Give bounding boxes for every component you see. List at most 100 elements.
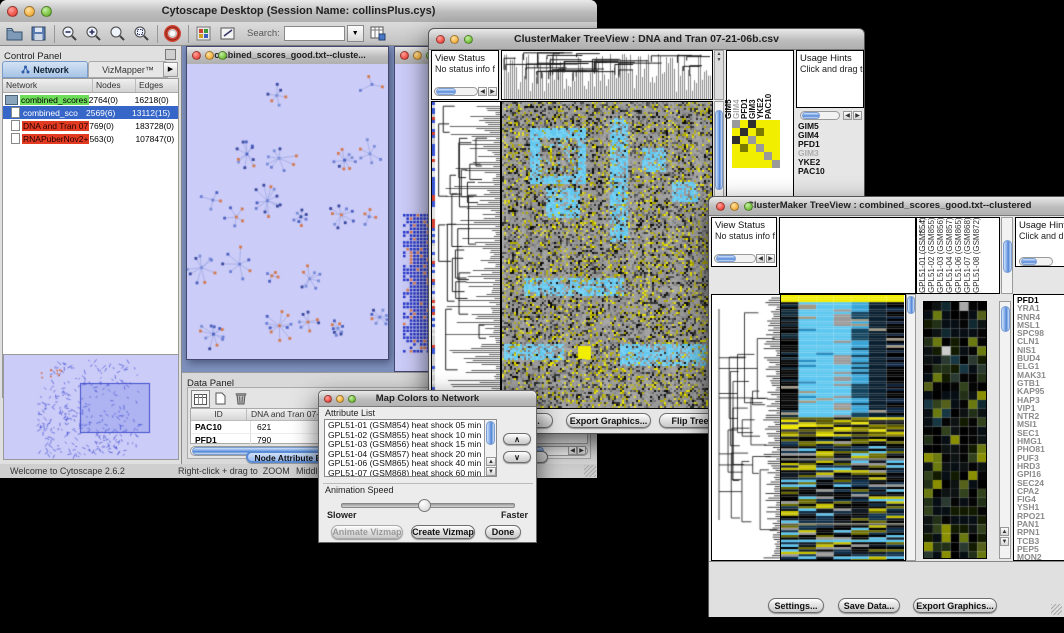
- zoom-button[interactable]: [41, 6, 52, 17]
- zoom-button[interactable]: [464, 35, 473, 44]
- scroll-right-icon[interactable]: ▶: [766, 254, 775, 263]
- search-input[interactable]: [284, 26, 345, 41]
- heatmap-canvas[interactable]: [781, 295, 904, 560]
- resize-grip[interactable]: [1051, 604, 1062, 615]
- data-col-id[interactable]: ID: [191, 409, 247, 420]
- network-view-titlebar[interactable]: combined_scores_good.txt--cluste...: [187, 47, 388, 65]
- close-button[interactable]: [436, 35, 445, 44]
- annotation-icon[interactable]: [218, 24, 237, 43]
- scroll-right-icon[interactable]: ▶: [853, 111, 862, 120]
- dendrogram-scroll-strip[interactable]: ▲▼: [714, 50, 724, 100]
- zoom-out-icon[interactable]: [60, 24, 79, 43]
- treeview-combined-titlebar[interactable]: ClusterMaker TreeView : combined_scores_…: [709, 197, 1064, 216]
- network-name[interactable]: combined_scores: [20, 95, 89, 105]
- usage-hints-hscrollbar[interactable]: [800, 111, 840, 120]
- view-status-hscrollbar[interactable]: [714, 254, 756, 263]
- network-overview[interactable]: [3, 354, 179, 460]
- delete-attribute-icon[interactable]: [232, 390, 249, 406]
- row-label[interactable]: PAC10: [798, 167, 858, 176]
- slider-thumb[interactable]: [418, 499, 431, 512]
- scroll-down-icon[interactable]: ▼: [1000, 537, 1009, 546]
- new-attribute-icon[interactable]: [212, 390, 229, 406]
- attribute-listbox[interactable]: GPL51-01 (GSM854) heat shock 05 minGPL51…: [324, 419, 497, 477]
- close-button[interactable]: [324, 395, 332, 403]
- move-up-button[interactable]: ∧: [503, 433, 531, 445]
- heatmap-vscrollbar[interactable]: [906, 294, 916, 561]
- row-dendrogram-canvas[interactable]: [712, 295, 780, 560]
- main-titlebar[interactable]: Cytoscape Desktop (Session Name: collins…: [0, 0, 597, 23]
- scroll-down-icon[interactable]: ▼: [486, 467, 496, 476]
- view-status-hscrollbar[interactable]: [434, 87, 478, 96]
- zoom-vscrollbar[interactable]: ▲ ▼: [999, 301, 1011, 559]
- heatmap-canvas[interactable]: [502, 102, 712, 408]
- zoom-heatmap-panel[interactable]: [923, 301, 987, 559]
- close-button[interactable]: [7, 6, 18, 17]
- scroll-right-icon[interactable]: ▶: [577, 446, 586, 455]
- col-network[interactable]: Network: [3, 79, 93, 92]
- create-vizmap-button[interactable]: Create Vizmap: [411, 525, 475, 539]
- treeview-dna-titlebar[interactable]: ClusterMaker TreeView : DNA and Tran 07-…: [429, 29, 864, 50]
- zoom-selected-icon[interactable]: [132, 24, 151, 43]
- scroll-left-icon[interactable]: ◀: [756, 254, 765, 263]
- column-dendrogram-canvas[interactable]: [502, 51, 712, 99]
- save-icon[interactable]: [29, 24, 48, 43]
- minimize-button[interactable]: [336, 395, 344, 403]
- network-list-row[interactable]: DNA and Tran 07769(0)183728(0): [3, 119, 178, 132]
- settings-button[interactable]: Settings...: [768, 598, 824, 613]
- resize-grip[interactable]: [584, 465, 596, 477]
- animation-speed-slider[interactable]: [341, 503, 515, 508]
- move-down-button[interactable]: ∨: [503, 451, 531, 463]
- gene-label[interactable]: MON2: [1017, 553, 1064, 561]
- scroll-left-icon[interactable]: ◀: [568, 446, 577, 455]
- search-dropdown-button[interactable]: ▼: [347, 25, 364, 42]
- search-table-icon[interactable]: [369, 24, 388, 43]
- zoom-fit-icon[interactable]: [108, 24, 127, 43]
- zoom-button[interactable]: [218, 51, 227, 60]
- minimize-button[interactable]: [24, 6, 35, 17]
- vizmapper-icon[interactable]: [194, 24, 213, 43]
- attribute-select-icon[interactable]: [191, 390, 210, 408]
- usage-hints-hscrollbar[interactable]: [1019, 257, 1053, 266]
- network-name[interactable]: DNA and Tran 07: [22, 121, 89, 131]
- col-edges[interactable]: Edges: [136, 79, 178, 92]
- overview-canvas[interactable]: [4, 355, 178, 459]
- network-list-row[interactable]: combined_scores2764(0)16218(0): [3, 93, 178, 106]
- column-dendrogram-panel[interactable]: [779, 217, 916, 294]
- help-ring-icon[interactable]: [163, 24, 182, 43]
- minimize-button[interactable]: [205, 51, 214, 60]
- network-name[interactable]: RNAPuberNov2+: [22, 134, 89, 144]
- network-list-row[interactable]: RNAPuberNov2+563(0)107847(0): [3, 132, 178, 145]
- row-dendrogram-panel[interactable]: [431, 101, 501, 409]
- export-graphics-button[interactable]: Export Graphics...: [913, 598, 997, 613]
- zoom-heatmap-canvas[interactable]: [924, 302, 986, 558]
- scroll-up-icon[interactable]: ▲: [486, 457, 496, 466]
- tab-network[interactable]: Network: [2, 61, 88, 78]
- close-button[interactable]: [192, 51, 201, 60]
- export-graphics-button[interactable]: Export Graphics...: [566, 413, 651, 428]
- zoom-in-icon[interactable]: [84, 24, 103, 43]
- scroll-up-icon[interactable]: ▲: [1000, 527, 1009, 536]
- tab-vizmapper[interactable]: VizMapper™: [88, 61, 168, 78]
- global-mini-heatmap[interactable]: [732, 120, 780, 168]
- column-labels-vscrollbar[interactable]: [1001, 217, 1013, 294]
- open-folder-icon[interactable]: [5, 24, 24, 43]
- row-dendrogram-canvas[interactable]: [432, 102, 500, 408]
- attribute-list-item[interactable]: GPL51-07 (GSM868) heat shock 60 min: [328, 469, 482, 477]
- column-dendrogram-panel[interactable]: [501, 50, 713, 100]
- close-button[interactable]: [400, 51, 409, 60]
- tab-overflow-button[interactable]: ▶: [163, 62, 178, 77]
- animate-vizmap-button[interactable]: Animate Vizmap: [331, 525, 403, 539]
- heatmap-panel[interactable]: [501, 101, 713, 409]
- dialog-titlebar[interactable]: Map Colors to Network: [319, 391, 536, 407]
- float-panel-icon[interactable]: [165, 49, 176, 60]
- row-dendrogram-panel[interactable]: [711, 294, 781, 561]
- zoom-button[interactable]: [348, 395, 356, 403]
- network-name[interactable]: combined_sco: [22, 108, 79, 118]
- network-table-header[interactable]: Network Nodes Edges: [3, 79, 178, 93]
- close-button[interactable]: [716, 202, 725, 211]
- scroll-right-icon[interactable]: ▶: [488, 87, 497, 96]
- done-button[interactable]: Done: [485, 525, 521, 539]
- minimize-button[interactable]: [730, 202, 739, 211]
- network-canvas[interactable]: [187, 64, 388, 359]
- network-list-row[interactable]: combined_sco2569(6)13112(15): [3, 106, 178, 119]
